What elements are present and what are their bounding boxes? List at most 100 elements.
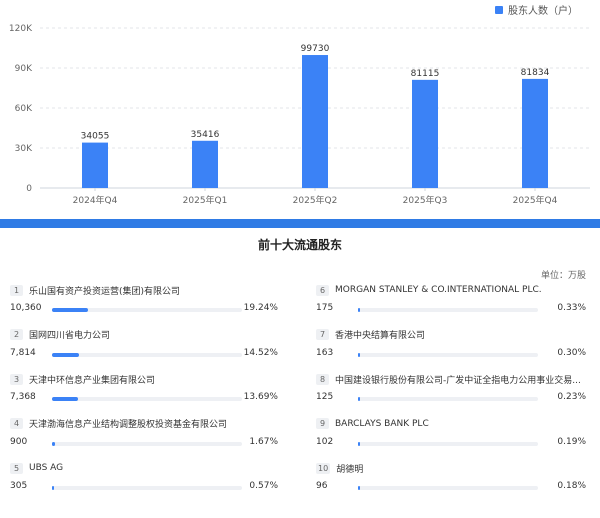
unit-label: 单位：万股 bbox=[540, 271, 586, 281]
ratio-bar-fill bbox=[358, 397, 361, 401]
bar-data-label: 34055 bbox=[81, 132, 110, 142]
holder-shares: 163 bbox=[316, 347, 334, 358]
bar bbox=[192, 140, 218, 188]
holder-name-row: 9 BARCLAYS BANK PLC bbox=[316, 417, 586, 431]
holder-item[interactable]: 6 MORGAN STANLEY & CO.INTERNATIONAL PLC. 1… bbox=[316, 283, 586, 327]
ratio-bar-fill bbox=[358, 308, 361, 312]
holder-item[interactable]: 9 BARCLAYS BANK PLC 102 0.19% bbox=[316, 417, 586, 461]
holder-name: BARCLAYS BANK PLC bbox=[335, 418, 429, 429]
holder-percentage: 0.19% bbox=[557, 436, 586, 447]
holder-shares: 10,360 bbox=[10, 303, 42, 313]
bar-data-label: 81115 bbox=[411, 69, 440, 79]
holder-item[interactable]: 3 天津中环信息产业集团有限公司 7,368 13.69% bbox=[10, 372, 278, 416]
holder-name-row: 3 天津中环信息产业集团有限公司 bbox=[10, 372, 278, 386]
holder-value-row: 175 0.33% bbox=[316, 303, 586, 317]
rank-badge: 4 bbox=[10, 418, 23, 429]
ratio-bar-fill bbox=[52, 397, 78, 401]
x-tick-label: 2025年Q2 bbox=[293, 194, 338, 206]
holder-item[interactable]: 8 中国建设银行股份有限公司-广发中证全指电力公用事业交易... 125 0.23% bbox=[316, 372, 586, 416]
ratio-bar-fill bbox=[52, 486, 55, 490]
holder-percentage: 19.24% bbox=[243, 303, 278, 313]
holder-name: UBS AG bbox=[29, 463, 64, 473]
holder-name-row: 4 天津渤海信息产业结构调整股权投资基金有限公司 bbox=[10, 417, 278, 431]
holder-percentage: 13.69% bbox=[243, 392, 278, 402]
y-tick-label: 60K bbox=[15, 104, 33, 114]
x-tick-label: 2024年Q4 bbox=[73, 194, 118, 206]
holder-shares: 305 bbox=[10, 481, 28, 491]
ratio-bar-fill bbox=[358, 486, 361, 490]
holder-percentage: 0.33% bbox=[557, 303, 586, 313]
holder-value-row: 102 0.19% bbox=[316, 437, 586, 451]
holder-shares: 7,814 bbox=[10, 347, 36, 358]
holder-shares: 175 bbox=[316, 303, 334, 313]
bar bbox=[412, 79, 438, 188]
y-tick-label: 0 bbox=[26, 184, 32, 194]
ratio-bar-fill bbox=[358, 352, 361, 357]
holder-name: 中国建设银行股份有限公司-广发中证全指电力公用事业交易... bbox=[335, 375, 581, 386]
holder-name-row: 1 乐山国有资产投资运营(集团)有限公司 bbox=[10, 283, 278, 297]
y-tick-label: 30K bbox=[15, 144, 33, 154]
holder-shares: 102 bbox=[316, 436, 334, 447]
holder-percentage: 0.57% bbox=[249, 481, 278, 491]
bar-data-label: 81834 bbox=[521, 68, 550, 78]
ratio-bar-track bbox=[52, 397, 242, 401]
holder-shares: 900 bbox=[10, 436, 28, 447]
rank-badge: 9 bbox=[316, 418, 329, 429]
holder-name-row: 6 MORGAN STANLEY & CO.INTERNATIONAL PLC. bbox=[316, 283, 586, 297]
ratio-bar-track bbox=[52, 441, 242, 446]
ratio-bar-fill bbox=[52, 352, 80, 357]
y-tick-label: 90K bbox=[15, 64, 33, 74]
holder-value-row: 7,368 13.69% bbox=[10, 392, 278, 406]
rank-badge: 5 bbox=[10, 462, 23, 474]
ratio-bar-track bbox=[52, 352, 242, 357]
holder-item[interactable]: 7 香港中央结算有限公司 163 0.30% bbox=[316, 328, 586, 372]
rank-badge: 2 bbox=[10, 329, 23, 340]
holder-item[interactable]: 5 UBS AG 305 0.57% bbox=[10, 461, 278, 505]
holder-name-row: 8 中国建设银行股份有限公司-广发中证全指电力公用事业交易... bbox=[316, 372, 586, 386]
holder-shares: 7,368 bbox=[10, 392, 36, 402]
holder-item[interactable]: 1 乐山国有资产投资运营(集团)有限公司 10,360 19.24% bbox=[10, 283, 278, 327]
rank-badge: 1 bbox=[10, 284, 23, 296]
holder-name: 胡德明 bbox=[336, 464, 364, 475]
rank-badge: 3 bbox=[10, 373, 23, 385]
holder-name: 香港中央结算有限公司 bbox=[335, 331, 426, 341]
holder-item[interactable]: 4 天津渤海信息产业结构调整股权投资基金有限公司 900 1.67% bbox=[10, 417, 278, 461]
holder-percentage: 0.18% bbox=[557, 481, 586, 491]
x-tick-label: 2025年Q1 bbox=[183, 194, 228, 206]
holder-name: 乐山国有资产投资运营(集团)有限公司 bbox=[29, 286, 181, 297]
ratio-bar-track bbox=[358, 441, 538, 446]
holder-percentage: 1.67% bbox=[249, 436, 278, 447]
shareholder-count-bar-chart: 0 30K 60K 90K 120K 34055 2024年Q4 35416 2025年Q1 99… bbox=[9, 24, 590, 206]
holder-value-row: 305 0.57% bbox=[10, 481, 278, 495]
bar-data-label: 99730 bbox=[301, 44, 330, 54]
ratio-bar-fill bbox=[358, 441, 361, 446]
rank-badge: 10 bbox=[316, 462, 331, 474]
holder-name: 天津中环信息产业集团有限公司 bbox=[29, 375, 156, 386]
bar bbox=[302, 55, 328, 188]
ratio-bar-track bbox=[52, 486, 242, 490]
section-title: 前十大流通股东 bbox=[257, 238, 342, 252]
holder-name: 天津渤海信息产业结构调整股权投资基金有限公司 bbox=[29, 420, 228, 430]
section-divider-band bbox=[0, 219, 600, 228]
ratio-bar-track bbox=[358, 397, 538, 401]
holder-name-row: 5 UBS AG bbox=[10, 461, 278, 475]
holder-value-row: 96 0.18% bbox=[316, 481, 586, 495]
ratio-bar-fill bbox=[52, 441, 56, 446]
holder-name: MORGAN STANLEY & CO.INTERNATIONAL PLC. bbox=[335, 285, 542, 295]
holder-value-row: 900 1.67% bbox=[10, 437, 278, 451]
holder-item[interactable]: 2 国网四川省电力公司 7,814 14.52% bbox=[10, 328, 278, 372]
holder-value-row: 125 0.23% bbox=[316, 392, 586, 406]
bar-data-label: 35416 bbox=[191, 130, 220, 140]
holder-value-row: 7,814 14.52% bbox=[10, 348, 278, 362]
holder-value-row: 163 0.30% bbox=[316, 348, 586, 362]
ratio-bar-track bbox=[358, 308, 538, 312]
holder-shares: 96 bbox=[316, 481, 328, 491]
x-tick-label: 2025年Q3 bbox=[403, 194, 448, 206]
holder-percentage: 0.30% bbox=[557, 347, 586, 358]
holder-shares: 125 bbox=[316, 392, 334, 402]
rank-badge: 8 bbox=[316, 373, 329, 385]
holder-percentage: 14.52% bbox=[243, 347, 278, 358]
rank-badge: 7 bbox=[316, 329, 329, 340]
bar bbox=[522, 78, 548, 188]
holder-item[interactable]: 10 胡德明 96 0.18% bbox=[316, 461, 586, 505]
